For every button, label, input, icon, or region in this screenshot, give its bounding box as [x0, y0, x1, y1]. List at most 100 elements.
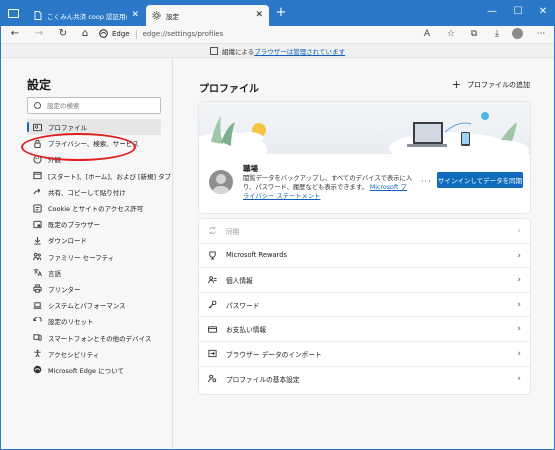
sign-in-sync-button[interactable]: サインインしてデータを同期: [437, 172, 523, 188]
sidebar-item-about[interactable]: Microsoft Edge について: [27, 362, 161, 378]
refresh-button[interactable]: ↻: [55, 27, 71, 41]
more-menu-icon[interactable]: ···: [533, 27, 549, 41]
sidebar-item-label: システムとパフォーマンス: [48, 302, 126, 311]
collections-icon[interactable]: ⧉: [466, 27, 482, 41]
row-label: 個人情報: [226, 276, 253, 285]
plus-icon: +: [451, 78, 461, 91]
banner-illustration: [199, 112, 529, 168]
close-window-button[interactable]: ✕: [536, 5, 550, 19]
passwords-row[interactable]: パスワード ›: [199, 293, 530, 318]
profile-banner: [199, 102, 530, 168]
key-icon: [207, 300, 217, 310]
sidebar-item-label: 既定のブラウザー: [48, 221, 100, 230]
minimize-button[interactable]: —: [485, 5, 499, 19]
family-icon: [33, 252, 42, 261]
sidebar-item-label: 共有、コピーして貼り付け: [48, 188, 126, 197]
settings-sidebar: 設定 プロファイル プライバシー、検索、サービス: [1, 58, 173, 449]
home-button[interactable]: ⌂: [77, 27, 93, 41]
more-options-icon[interactable]: ···: [421, 177, 432, 186]
add-profile-label: プロファイルの追加: [467, 80, 530, 89]
chevron-right-icon: ›: [517, 324, 521, 335]
new-tab-button[interactable]: +: [273, 5, 289, 21]
download-icon[interactable]: ⤓: [489, 27, 505, 41]
tab-label: こくみん共済 coop 認証用のログイン: [47, 12, 127, 21]
close-tab-icon[interactable]: ✕: [131, 11, 139, 20]
sidebar-item-label: 設定のリセット: [48, 318, 94, 327]
person-icon: [33, 123, 42, 132]
sidebar-item-default-browser[interactable]: 既定のブラウザー: [27, 216, 161, 232]
address-bar[interactable]: Edge edge://settings/profiles: [99, 26, 404, 42]
read-aloud-icon[interactable]: A: [419, 27, 435, 41]
profile-settings-list: 同期 › Microsoft Rewards › 個人情報 › パスワード › …: [199, 219, 530, 394]
sidebar-item-label: アクセシビリティ: [48, 350, 100, 359]
sidebar-item-languages[interactable]: 言語: [27, 265, 161, 281]
sidebar-item-phone[interactable]: スマートフォンとその他のデバイス: [27, 329, 161, 345]
sidebar-item-label: Cookie とサイトのアクセス許可: [48, 205, 144, 214]
back-button[interactable]: ←: [7, 27, 23, 41]
profile-avatar-button[interactable]: [512, 28, 523, 39]
sidebar-item-label: Microsoft Edge について: [48, 366, 124, 375]
search-input[interactable]: [47, 101, 157, 110]
site-permissions-icon: [33, 203, 42, 213]
share-icon: [33, 187, 42, 196]
browser-icon: [33, 220, 42, 229]
sidebar-item-reset[interactable]: 設定のリセット: [27, 313, 161, 329]
printer-icon: [33, 284, 42, 294]
laptop-icon: [33, 301, 42, 310]
chevron-right-icon: ›: [517, 299, 521, 310]
address-brand: Edge: [112, 30, 130, 38]
managed-prefix: 組織による: [221, 47, 255, 56]
browser-window: こくみん共済 coop 認証用のログイン ✕ 設定 ✕ + — ☐ ✕ ← → …: [0, 0, 555, 450]
sidebar-item-label: ダウンロード: [48, 237, 87, 246]
favorites-star-icon[interactable]: ☆: [443, 27, 459, 41]
edge-icon: [99, 28, 108, 40]
import-data-row[interactable]: ブラウザー データのインポート ›: [199, 342, 530, 367]
sidebar-item-family[interactable]: ファミリー セーフティ: [27, 249, 161, 265]
row-label: プロファイルの基本設定: [226, 375, 300, 384]
sidebar-item-label: プロファイル: [48, 124, 87, 133]
sidebar-item-system[interactable]: システムとパフォーマンス: [27, 297, 161, 313]
profile-card: 職場 閲覧データをバックアップし、すべてのデバイスで表示に入り、パスワード、履歴…: [199, 102, 530, 213]
credit-card-icon: [207, 324, 217, 334]
settings-search[interactable]: [27, 97, 161, 114]
sidebar-item-label: プリンター: [48, 285, 81, 294]
chevron-right-icon: ›: [517, 250, 521, 261]
sidebar-item-share[interactable]: 共有、コピーして貼り付け: [27, 184, 161, 200]
tab-settings[interactable]: 設定 ✕: [146, 5, 269, 26]
tab-label: 設定: [166, 12, 179, 21]
managed-link[interactable]: ブラウザーは管理されています: [254, 46, 345, 56]
row-label: 同期: [226, 227, 240, 236]
avatar: [209, 170, 233, 194]
sidebar-item-label: ファミリー セーフティ: [48, 253, 115, 262]
profile-preferences-row[interactable]: プロファイルの基本設定 ›: [199, 367, 530, 392]
maximize-button[interactable]: ☐: [511, 5, 525, 19]
personal-info-row[interactable]: 個人情報 ›: [199, 268, 530, 293]
gear-icon: [152, 11, 161, 20]
tab-actions-icon[interactable]: [8, 9, 19, 18]
personal-info-icon: [207, 275, 217, 285]
download-icon: [33, 236, 42, 245]
sidebar-item-cookies[interactable]: Cookie とサイトのアクセス許可: [27, 200, 161, 216]
row-label: ブラウザー データのインポート: [226, 350, 322, 359]
sync-icon: [207, 226, 217, 236]
language-icon: [33, 268, 42, 277]
tab-login[interactable]: こくみん共済 coop 認証用のログイン ✕: [27, 5, 145, 26]
rewards-row[interactable]: Microsoft Rewards ›: [199, 244, 530, 269]
sync-row[interactable]: 同期 ›: [199, 219, 530, 244]
sidebar-item-label: スマートフォンとその他のデバイス: [48, 334, 152, 343]
sidebar-item-printers[interactable]: プリンター: [27, 281, 161, 297]
forward-button[interactable]: →: [31, 27, 47, 41]
import-icon: [207, 349, 217, 359]
sidebar-item-start-home[interactable]: [スタート]、[ホーム]、および [新規] タブ: [27, 168, 171, 184]
sidebar-item-accessibility[interactable]: アクセシビリティ: [27, 346, 161, 362]
add-profile-button[interactable]: + プロファイルの追加: [452, 79, 530, 90]
sidebar-item-label: 言語: [48, 269, 61, 278]
sidebar-item-downloads[interactable]: ダウンロード: [27, 232, 161, 248]
profile-description: 閲覧データをバックアップし、すべてのデバイスで表示に入り、パスワード、履歴なども…: [243, 174, 413, 201]
close-tab-icon[interactable]: ✕: [255, 11, 263, 20]
accessibility-icon: [33, 349, 42, 358]
address-url: edge://settings/profiles: [142, 30, 224, 38]
edge-icon: [33, 365, 42, 374]
page-icon: [33, 11, 42, 20]
payment-info-row[interactable]: お支払い情報 ›: [199, 317, 530, 342]
